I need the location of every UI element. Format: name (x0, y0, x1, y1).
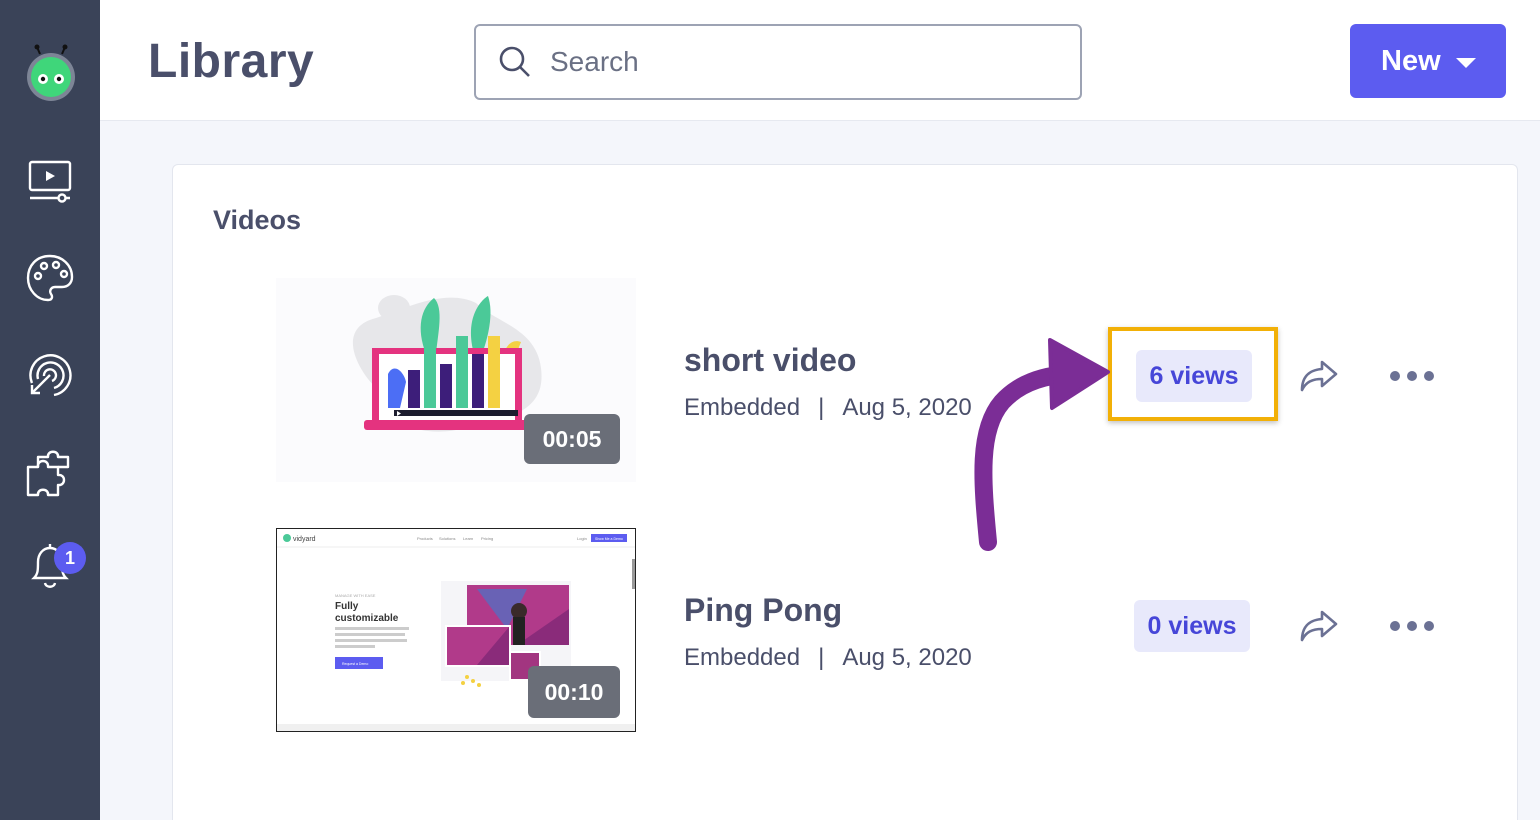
video-title[interactable]: Ping Pong (684, 592, 842, 629)
thumb-body-button: Request a Demo (342, 662, 368, 666)
search-box[interactable] (474, 24, 1082, 100)
video-meta: Embedded | Aug 5, 2020 (684, 394, 972, 422)
thumb-eyebrow: MANAGE WITH EASE (335, 593, 376, 598)
thumb-headline-2: customizable (335, 613, 399, 624)
thumb-nav-2: Solutions (439, 536, 455, 541)
sidebar: 1 (0, 0, 100, 820)
duration-badge: 00:10 (528, 666, 620, 718)
share-icon[interactable] (1296, 354, 1340, 398)
views-button[interactable]: 0 views (1134, 600, 1250, 652)
new-button[interactable]: New (1350, 24, 1506, 98)
video-date: Aug 5, 2020 (842, 644, 972, 671)
annotation-arrow-icon (974, 338, 1110, 551)
annotation-highlight-box (1108, 327, 1278, 421)
video-title[interactable]: short video (684, 342, 856, 379)
video-type: Embedded (684, 644, 801, 671)
meta-separator: | (818, 644, 825, 671)
search-icon (499, 46, 530, 77)
thumb-cta: Show Me a Demo (595, 537, 623, 541)
thumb-nav-3: Learn (463, 536, 473, 541)
thumb-nav-4: Pricing (481, 536, 493, 541)
caret-down-icon (1456, 58, 1476, 68)
new-button-label: New (1381, 44, 1441, 77)
nav-integrations-icon[interactable] (22, 445, 78, 501)
thumb-nav-1: Products (417, 536, 433, 541)
app-logo-icon[interactable] (25, 44, 77, 104)
nav-palette-icon[interactable] (22, 250, 78, 306)
share-icon[interactable] (1296, 604, 1340, 648)
more-options-icon[interactable] (1390, 611, 1434, 641)
search-input[interactable] (550, 40, 1050, 84)
notification-badge: 1 (54, 542, 86, 574)
thumb-headline-1: Fully (335, 601, 359, 612)
page-title: Library (148, 35, 315, 88)
section-title: Videos (213, 205, 302, 235)
duration-badge: 00:05 (524, 414, 620, 464)
video-type: Embedded (684, 394, 801, 421)
video-meta: Embedded | Aug 5, 2020 (684, 644, 972, 672)
more-options-icon[interactable] (1390, 361, 1434, 391)
thumb-login: Login (577, 536, 587, 541)
nav-insights-icon[interactable] (22, 347, 78, 403)
thumb-brand: vidyard (293, 536, 316, 543)
meta-separator: | (818, 394, 825, 421)
top-header: Library New (100, 0, 1540, 121)
nav-videos-icon[interactable] (22, 152, 78, 208)
